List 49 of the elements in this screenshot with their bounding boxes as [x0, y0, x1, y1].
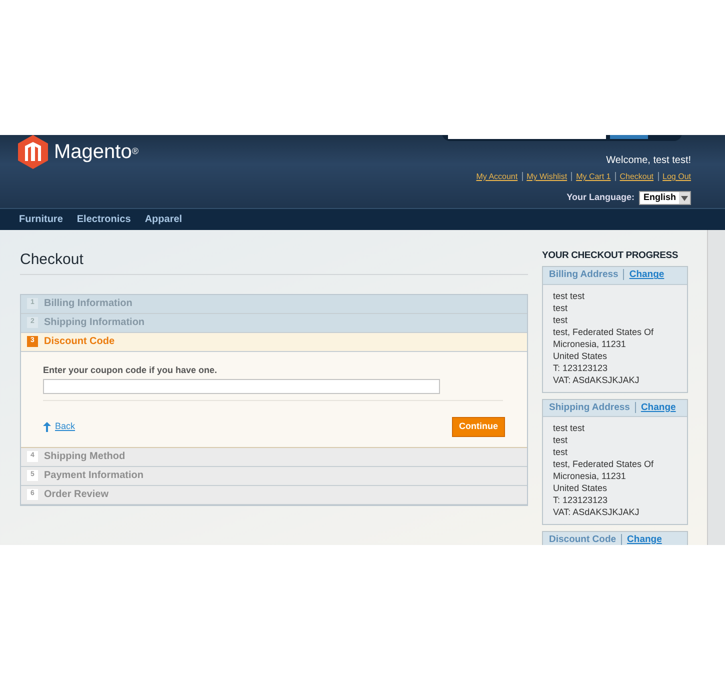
address-line: United States [553, 350, 608, 362]
step-title: Billing Information [44, 297, 132, 311]
back-link[interactable]: Back [55, 420, 76, 434]
coupon-field[interactable] [43, 379, 440, 394]
change-link[interactable]: Change [634, 402, 676, 412]
header-link[interactable]: Checkout [614, 172, 658, 181]
change-link[interactable]: Change [623, 269, 664, 280]
language-select[interactable]: English [639, 191, 691, 205]
address-line: T: 123123123 [553, 362, 609, 374]
address-line: test, Federated States Of [553, 458, 655, 470]
panel-title: Discount Code [549, 534, 616, 545]
header-link[interactable]: Log Out [658, 172, 691, 181]
logo-icon [18, 135, 48, 169]
address-line: T: 123123123 [553, 494, 609, 506]
step-title: Shipping Information [44, 316, 145, 330]
page-title: Checkout [20, 249, 528, 274]
nav-link[interactable]: Furniture [19, 212, 63, 227]
header-link[interactable]: My Cart 1 [571, 172, 615, 181]
address-line: test test [553, 422, 586, 434]
address-line: VAT: ASdAKSJKJAKJ [553, 374, 640, 386]
caret-icon [681, 196, 688, 200]
step-title: Payment Information [44, 469, 144, 483]
address-line: test [553, 434, 569, 446]
address-line: test, Federated States Of [553, 326, 655, 338]
language-label: Your Language: [566, 191, 634, 204]
logo-text[interactable]: Magento$^{®}$ [54, 137, 138, 167]
change-link[interactable]: Change [621, 534, 662, 545]
nav-link[interactable]: Electronics [76, 212, 131, 227]
step-title: Order Review [44, 488, 108, 502]
address-line: test [553, 446, 569, 458]
address-line: Micronesia, 11231 [553, 470, 627, 482]
progress-title: YOUR CHECKOUT PROGRESS [542, 249, 680, 263]
address-line: United States [553, 482, 608, 494]
address-line: VAT: ASdAKSJKJAKJ [553, 506, 640, 518]
address-line: test test [553, 290, 586, 302]
address-line: Micronesia, 11231 [553, 338, 627, 350]
nav-link[interactable]: Apparel [144, 212, 182, 227]
welcome-text: Welcome, test test! [605, 154, 691, 168]
panel-title: Billing Address [549, 269, 618, 280]
address-line: test [553, 314, 569, 326]
address-line: test [553, 302, 569, 314]
step-title: Discount Code [44, 335, 115, 349]
header-link[interactable]: My Account [472, 172, 522, 181]
field-label: Enter your coupon code if you have one. [43, 364, 218, 377]
panel-title: Shipping Address [549, 402, 630, 412]
header-link[interactable]: My Wishlist [522, 172, 572, 181]
up-arrow-icon [43, 422, 51, 432]
continue-button[interactable]: Continue [452, 417, 505, 436]
step-title: Shipping Method [44, 450, 126, 464]
